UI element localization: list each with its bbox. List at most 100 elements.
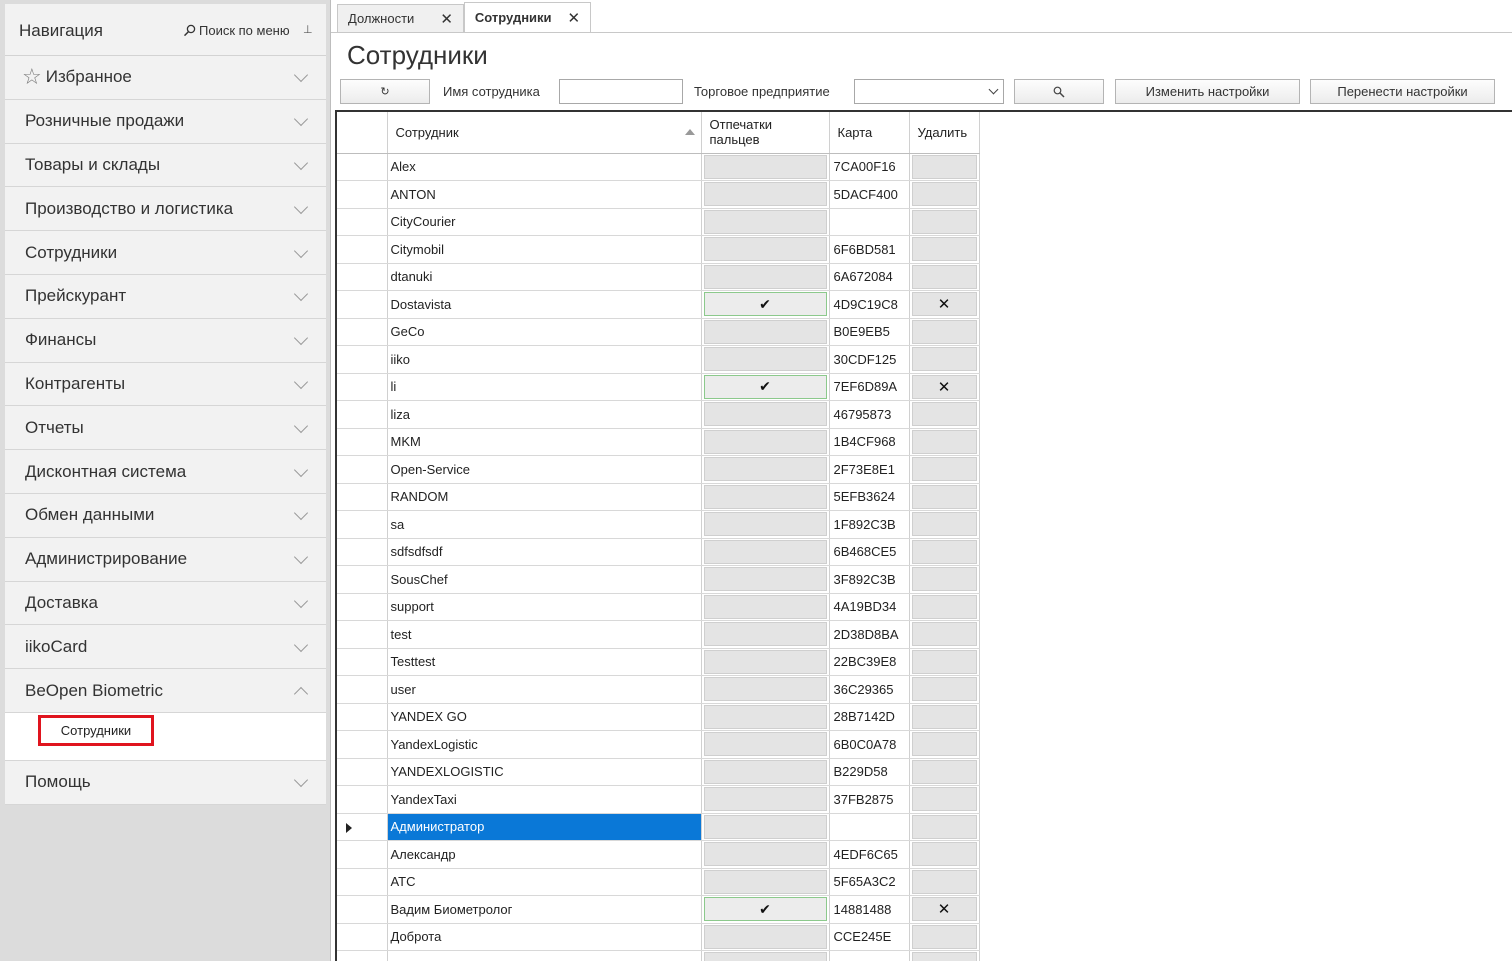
row-indicator[interactable] xyxy=(337,483,388,511)
table-row[interactable]: Dostavista ✔ 4D9C19C8 ✕ xyxy=(337,290,980,319)
delete-box[interactable] xyxy=(911,484,977,509)
table-row[interactable]: Open-Service 2F73E8E1 xyxy=(337,455,980,484)
row-indicator[interactable] xyxy=(337,923,388,951)
delete-cell[interactable] xyxy=(909,923,980,951)
column-delete-header[interactable]: Удалить xyxy=(909,112,980,154)
fingerprint-box[interactable] xyxy=(703,264,827,289)
delete-icon[interactable]: ✕ xyxy=(911,897,977,922)
employee-name-cell[interactable]: li xyxy=(387,373,702,401)
card-cell[interactable]: 2F73E8E1 xyxy=(829,455,910,484)
row-indicator[interactable] xyxy=(337,180,388,209)
enterprise-select[interactable] xyxy=(854,79,1004,104)
row-indicator[interactable] xyxy=(337,318,388,346)
employee-name-cell[interactable]: sdfsdfsdf xyxy=(387,538,702,566)
table-row[interactable]: test 2D38D8BA xyxy=(337,620,980,649)
delete-cell[interactable] xyxy=(909,950,980,961)
employee-name-cell[interactable]: CityCourier xyxy=(387,208,702,236)
delete-box[interactable] xyxy=(911,622,977,647)
table-row[interactable]: Администратор xyxy=(337,813,980,841)
delete-box[interactable] xyxy=(911,814,977,839)
nav-subitem-employees[interactable]: Сотрудники xyxy=(38,714,154,746)
card-cell[interactable]: 22BC39E8 xyxy=(829,648,910,676)
employee-name-cell[interactable]: dtanuki xyxy=(387,263,702,291)
delete-box[interactable] xyxy=(911,539,977,564)
delete-box[interactable] xyxy=(911,704,977,729)
delete-box[interactable] xyxy=(911,952,977,961)
table-row[interactable]: YANDEXLOGISTIC B229D58 xyxy=(337,758,980,786)
fingerprint-box[interactable] xyxy=(703,209,827,234)
row-indicator[interactable] xyxy=(337,895,388,924)
card-cell[interactable]: 1B4CF968 xyxy=(829,428,910,456)
row-indicator[interactable] xyxy=(337,263,388,291)
delete-cell[interactable]: ✕ xyxy=(909,290,980,319)
row-indicator[interactable] xyxy=(337,868,388,896)
nav-item-beopen-biometric[interactable]: BeOpen Biometric xyxy=(5,669,326,713)
card-cell[interactable]: 1F892C3B xyxy=(829,510,910,539)
delete-box[interactable] xyxy=(911,869,977,894)
delete-cell[interactable] xyxy=(909,675,980,704)
fingerprints-cell[interactable] xyxy=(701,813,830,841)
card-cell[interactable]: 37FB2875 xyxy=(829,785,910,814)
fingerprints-cell[interactable] xyxy=(701,538,830,566)
nav-item-iikocard[interactable]: iikoCard xyxy=(5,625,326,670)
table-row[interactable]: sa 1F892C3B xyxy=(337,510,980,539)
fingerprint-box[interactable] xyxy=(703,512,827,537)
employee-name-cell[interactable]: Вадим Биометролог xyxy=(387,895,702,924)
employee-name-cell[interactable]: support xyxy=(387,593,702,621)
nav-item-goods[interactable]: Товары и склады xyxy=(5,143,326,188)
nav-item-data-exchange[interactable]: Обмен данными xyxy=(5,493,326,538)
row-indicator[interactable] xyxy=(337,565,388,594)
fingerprints-cell[interactable] xyxy=(701,675,830,704)
card-cell[interactable]: 4D9C19C8 xyxy=(829,290,910,319)
fingerprints-cell[interactable] xyxy=(701,840,830,869)
fingerprints-cell[interactable] xyxy=(701,428,830,456)
table-row[interactable]: ANTON 5DACF400 xyxy=(337,180,980,209)
fingerprint-box[interactable] xyxy=(703,429,827,454)
delete-box[interactable] xyxy=(911,842,977,867)
nav-item-employees[interactable]: Сотрудники xyxy=(5,231,326,275)
employee-name-cell[interactable]: Александр xyxy=(387,840,702,869)
fingerprint-box[interactable] xyxy=(703,539,827,564)
employee-name-cell[interactable]: Доброта xyxy=(387,923,702,951)
close-icon[interactable]: ✕ xyxy=(568,9,581,27)
delete-icon[interactable]: ✕ xyxy=(911,374,977,399)
row-indicator[interactable] xyxy=(337,400,388,429)
employee-name-cell[interactable]: Alex xyxy=(387,153,702,181)
employee-name-cell[interactable]: АТС xyxy=(387,868,702,896)
table-row[interactable]: Citymobil 6F6BD581 xyxy=(337,235,980,264)
fingerprint-box[interactable] xyxy=(703,484,827,509)
delete-cell[interactable] xyxy=(909,758,980,786)
employee-name-cell[interactable] xyxy=(387,950,702,961)
employee-name-cell[interactable]: user xyxy=(387,675,702,704)
card-cell[interactable]: 4EDF6C65 xyxy=(829,840,910,869)
card-cell[interactable]: 5F65A3C2 xyxy=(829,868,910,896)
refresh-button[interactable]: ↻ xyxy=(340,79,430,104)
table-row[interactable]: RANDOM 5EFB3624 xyxy=(337,483,980,511)
card-cell[interactable]: 6A672084 xyxy=(829,263,910,291)
table-row[interactable]: user 36C29365 xyxy=(337,675,980,704)
delete-cell[interactable] xyxy=(909,235,980,264)
fingerprint-box[interactable] xyxy=(703,182,827,207)
employee-name-cell[interactable]: ANTON xyxy=(387,180,702,209)
row-indicator[interactable] xyxy=(337,785,388,814)
delete-cell[interactable] xyxy=(909,180,980,209)
row-indicator[interactable] xyxy=(337,758,388,786)
fingerprints-cell[interactable] xyxy=(701,593,830,621)
delete-box[interactable] xyxy=(911,319,977,344)
delete-box[interactable] xyxy=(911,594,977,619)
fingerprint-box[interactable] xyxy=(703,677,827,702)
card-cell[interactable]: 6F6BD581 xyxy=(829,235,910,264)
fingerprint-box[interactable] xyxy=(703,319,827,344)
row-indicator[interactable] xyxy=(337,455,388,484)
table-row[interactable]: АТС 5F65A3C2 xyxy=(337,868,980,896)
delete-box[interactable] xyxy=(911,567,977,592)
fingerprints-cell[interactable] xyxy=(701,565,830,594)
delete-box[interactable] xyxy=(911,924,977,949)
row-indicator[interactable] xyxy=(337,510,388,539)
fingerprint-box[interactable] xyxy=(703,924,827,949)
employee-name-cell[interactable]: Testtest xyxy=(387,648,702,676)
delete-box[interactable] xyxy=(911,209,977,234)
card-cell[interactable]: 5DACF400 xyxy=(829,180,910,209)
delete-cell[interactable] xyxy=(909,593,980,621)
nav-item-favorites[interactable]: ☆ Избранное xyxy=(5,56,326,100)
